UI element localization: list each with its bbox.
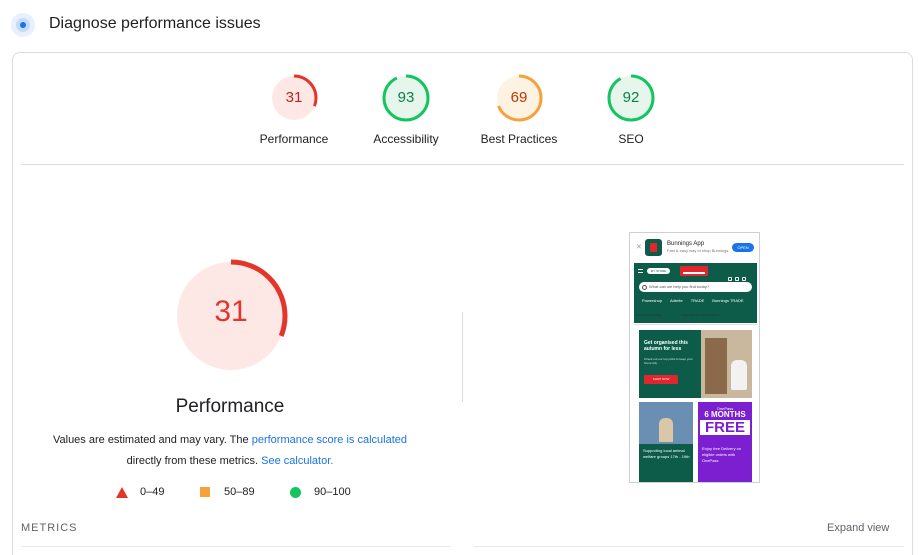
circle-icon (290, 487, 301, 498)
metrics-heading: METRICS (21, 522, 78, 534)
gauge-label-accessibility: Accessibility (373, 132, 439, 146)
score-description: Values are estimated and may vary. The p… (30, 430, 430, 472)
brand-item: Bunnings TRADE (712, 298, 744, 303)
gauge-performance[interactable]: 31 Performance (239, 73, 349, 153)
brand-item: Powershop (642, 298, 663, 303)
legend-fail: 0–49 (116, 486, 176, 500)
expand-view-button[interactable]: Expand view (827, 522, 889, 534)
promo-strip: Lowest Price Policy Free Delivery with On… (636, 313, 755, 321)
app-icon (645, 239, 662, 256)
promo-left: Lowest Price Policy (636, 313, 663, 317)
performance-title: Performance (175, 396, 285, 417)
see-calculator-link[interactable]: See calculator. (261, 455, 333, 467)
gauge-label-performance: Performance (259, 132, 329, 146)
gauge-accessibility[interactable]: 93 Accessibility (351, 73, 461, 153)
promo-card-title: Get organised this autumn for less (644, 340, 688, 352)
category-gauges: 31 Performance 93 Accessibility 69 Best … (0, 0, 918, 164)
promo-card-subtitle: Check out our top picks to keep your hom… (644, 357, 693, 365)
site-logo (680, 266, 708, 276)
onepass-headline: 6 MONTHS (704, 410, 746, 419)
onepass-text: Enjoy free Delivery on eligible orders w… (702, 446, 742, 463)
open-app-button: OPEN (732, 243, 754, 252)
page-screenshot[interactable]: ✕ Bunnings App Fast & easy way to shop B… (629, 232, 760, 483)
store-pill: MY STORE (647, 268, 670, 274)
brand-strip: Powershop Adbrite TRADE Bunnings TRADE (642, 298, 754, 306)
description-text-2: directly from these metrics. (126, 455, 262, 467)
promo-card-image (701, 330, 752, 398)
triangle-icon (116, 487, 128, 498)
menu-icon (638, 269, 643, 273)
promo-card-organise: Get organised this autumn for less Check… (639, 330, 752, 398)
close-icon: ✕ (636, 244, 642, 251)
square-icon (200, 487, 210, 497)
metrics-divider-left (21, 546, 451, 547)
account-icon (728, 277, 732, 281)
nav-icons (728, 268, 754, 281)
gauge-best-practices[interactable]: 69 Best Practices (464, 73, 574, 153)
gauge-score-best-practices: 69 (510, 89, 528, 106)
brand-item: Adbrite (670, 298, 683, 303)
gauge-score-performance: 31 (285, 89, 303, 106)
promo-right: Free Delivery with OnePass (682, 313, 720, 317)
gauge-label-best-practices: Best Practices (480, 132, 558, 146)
gauge-score-accessibility: 93 (397, 89, 415, 106)
app-name: Bunnings App (667, 241, 705, 247)
cart-icon (742, 277, 746, 281)
legend-average: 50–89 (200, 486, 270, 500)
screenshot-divider (634, 324, 757, 325)
section-divider (21, 164, 904, 165)
legend-pass: 90–100 (290, 486, 370, 500)
gauge-score-seo: 92 (622, 89, 640, 106)
promo-card-text: Supporting local animal welfare groups 1… (643, 448, 690, 459)
metrics-divider-right (474, 546, 904, 547)
gauge-label-seo: SEO (618, 132, 644, 146)
app-banner: ✕ Bunnings App Fast & easy way to shop B… (630, 233, 759, 263)
performance-score-large: 31 (214, 295, 248, 328)
legend-average-label: 50–89 (224, 486, 255, 498)
brand-item: TRADE (690, 298, 705, 303)
gauge-seo[interactable]: 92 SEO (576, 73, 686, 153)
performance-score-link[interactable]: performance score is calculated (252, 434, 407, 446)
promo-card-animal: Supporting local animal welfare groups 1… (639, 402, 693, 482)
vertical-divider (462, 312, 463, 402)
promo-card-photo (639, 402, 693, 444)
list-icon (735, 277, 739, 281)
promo-card-onepass: OnePass 6 MONTHS FREE Enjoy free Deliver… (698, 402, 752, 482)
site-search: What can we help you find today? (639, 282, 752, 292)
legend-pass-label: 90–100 (314, 486, 351, 498)
legend-fail-label: 0–49 (140, 486, 165, 498)
app-subtitle: Fast & easy way to shop Bunnings (667, 248, 729, 253)
shop-now-button: SHOP NOW (644, 375, 678, 384)
description-text: Values are estimated and may vary. The (52, 434, 252, 446)
onepass-free: FREE (700, 420, 750, 435)
